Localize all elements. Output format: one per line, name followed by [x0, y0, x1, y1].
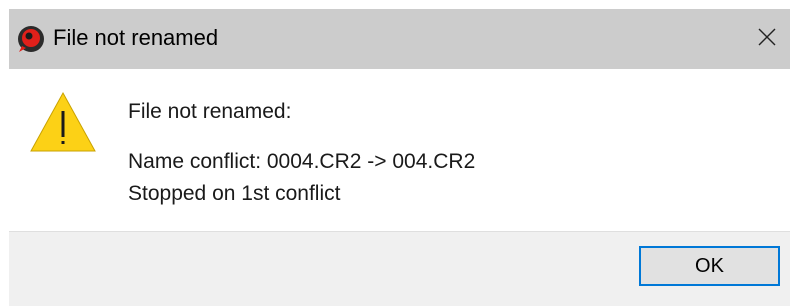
ok-button[interactable]: OK — [639, 246, 780, 286]
message-status-line: Stopped on 1st conflict — [128, 182, 341, 205]
message-conflict-line: Name conflict: 0004.CR2 -> 004.CR2 — [128, 150, 476, 173]
title-bar[interactable]: File not renamed — [9, 9, 790, 69]
app-icon — [16, 24, 46, 54]
message-heading: File not renamed: — [128, 100, 292, 123]
close-button[interactable] — [744, 9, 790, 69]
window-title: File not renamed — [53, 25, 219, 50]
warning-icon — [29, 91, 97, 153]
button-bar: OK — [9, 231, 790, 306]
dialog-window: File not renamed File not renamed: Name … — [9, 9, 790, 306]
message-area: File not renamed: Name conflict: 0004.CR… — [9, 69, 790, 231]
close-icon — [757, 27, 777, 52]
